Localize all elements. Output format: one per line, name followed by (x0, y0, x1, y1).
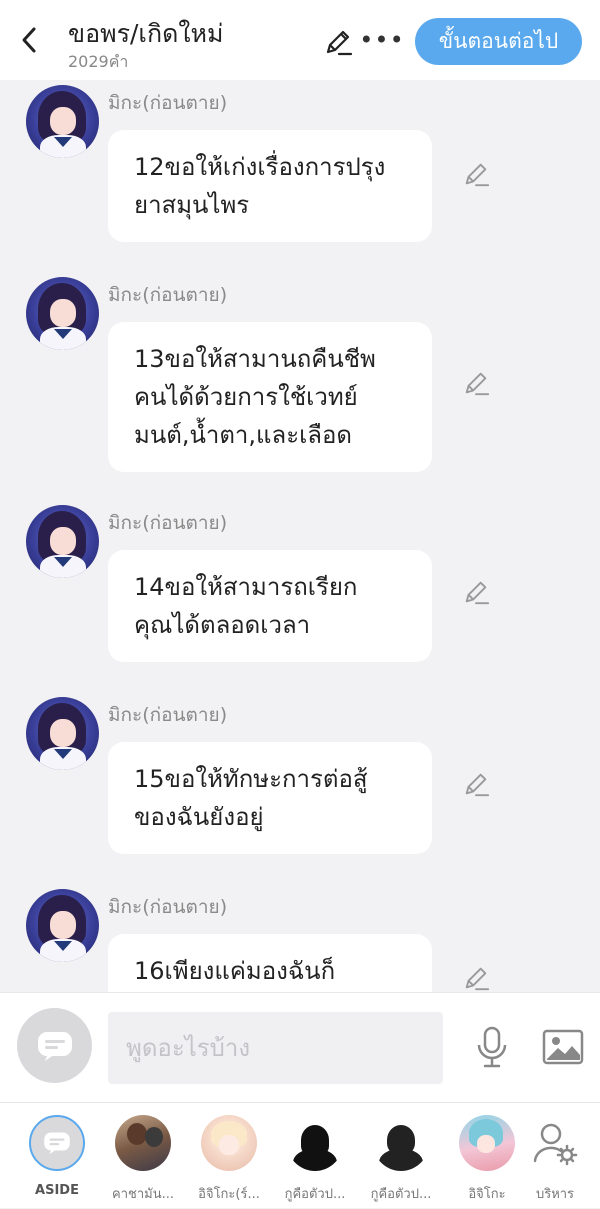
message-line: มนต์,น้ำตา,และเลือด (134, 421, 352, 449)
chat-bubble-icon (37, 1031, 72, 1061)
edit-message-button[interactable] (460, 576, 492, 608)
character-avatar (373, 1115, 429, 1171)
message-line: 15ขอให้ทักษะการต่อสู้ (134, 765, 368, 793)
pencil-icon (465, 773, 490, 797)
character-item[interactable]: คาชามัน... (100, 1103, 186, 1209)
page-title: ขอพร/เกิดใหม่ (68, 19, 224, 48)
character-bar: ASIDE คาชามัน... อิจิโกะ(ร์... กูคือตัวป… (0, 1102, 600, 1208)
voice-button[interactable] (470, 1023, 514, 1071)
more-options-button[interactable]: ••• (359, 24, 403, 56)
message-line: คุณได้ตลอดเวลา (134, 611, 311, 639)
top-bar: ขอพร/เกิดใหม่ 2029คำ ••• ขั้นตอนต่อไป (0, 0, 600, 80)
avatar[interactable] (26, 85, 99, 158)
sender-name: มิกะ(ก่อนตาย) (108, 284, 228, 306)
microphone-icon (477, 1026, 507, 1068)
character-item[interactable]: กูคือตัวป... (272, 1103, 358, 1209)
edit-message-button[interactable] (460, 158, 492, 190)
message-bubble[interactable]: 15ขอให้ทักษะการต่อสู้ ของฉันยังอยู่ (108, 742, 432, 854)
manage-button[interactable]: บริหาร (512, 1103, 598, 1209)
more-dots-icon: ••• (359, 26, 405, 54)
message-bubble[interactable]: 16เพียงแค่มองฉันก็ (108, 934, 432, 992)
aside-toggle-button[interactable] (17, 1008, 92, 1083)
character-avatar (29, 1115, 85, 1171)
avatar[interactable] (26, 505, 99, 578)
message-line: ของฉันยังอยู่ (134, 803, 264, 831)
edit-message-button[interactable] (460, 768, 492, 800)
character-avatar (115, 1115, 171, 1171)
message-line: 12ขอให้เก่งเรื่องการปรุง (134, 153, 386, 181)
sender-name: มิกะ(ก่อนตาย) (108, 92, 228, 114)
message-bubble[interactable]: 14ขอให้สามารถเรียก คุณได้ตลอดเวลา (108, 550, 432, 662)
chevron-left-icon (22, 27, 36, 53)
character-label: อิจิโกะ(ร์... (198, 1187, 260, 1202)
image-button[interactable] (540, 1025, 586, 1069)
chat-bubble-icon (44, 1132, 70, 1155)
sender-name: มิกะ(ก่อนตาย) (108, 896, 228, 918)
character-label: คาชามัน... (112, 1187, 174, 1202)
character-label: กูคือตัวป... (370, 1187, 432, 1202)
character-avatar (459, 1115, 515, 1171)
manage-label: บริหาร (535, 1187, 575, 1202)
word-count: 2029คำ (68, 52, 129, 71)
pencil-icon (465, 163, 490, 187)
edit-message-button[interactable] (460, 962, 492, 992)
message-input[interactable] (108, 1012, 443, 1084)
character-avatar (201, 1115, 257, 1171)
message-line: 14ขอให้สามารถเรียก (134, 573, 358, 601)
edit-message-button[interactable] (460, 367, 492, 399)
avatar[interactable] (26, 697, 99, 770)
pencil-icon (465, 967, 490, 991)
character-aside[interactable]: ASIDE (14, 1103, 100, 1209)
user-gear-icon (533, 1123, 578, 1166)
character-item[interactable]: กูคือตัวป... (358, 1103, 444, 1209)
character-item[interactable]: อิจิโกะ(ร์... (186, 1103, 272, 1209)
sender-name: มิกะ(ก่อนตาย) (108, 704, 228, 726)
image-icon (542, 1029, 584, 1065)
message-line: 13ขอให้สามานถคืนชีพ (134, 345, 376, 373)
avatar[interactable] (26, 889, 99, 962)
message-bubble[interactable]: 13ขอให้สามานถคืนชีพ คนได้ด้วยการใช้เวทย์… (108, 322, 432, 472)
message-bubble[interactable]: 12ขอให้เก่งเรื่องการปรุง ยาสมุนไพร (108, 130, 432, 242)
message-line: คนได้ด้วยการใช้เวทย์ (134, 383, 358, 411)
character-avatar (287, 1115, 343, 1171)
message-line: 16เพียงแค่มองฉันก็ (134, 957, 336, 985)
message-line: ยาสมุนไพร (134, 191, 250, 219)
character-label: ASIDE (35, 1183, 79, 1198)
chat-area[interactable]: มิกะ(ก่อนตาย) 12ขอให้เก่งเรื่องการปรุง ย… (0, 80, 600, 992)
pencil-icon (465, 581, 490, 605)
sender-name: มิกะ(ก่อนตาย) (108, 512, 228, 534)
avatar[interactable] (26, 277, 99, 350)
next-step-button[interactable]: ขั้นตอนต่อไป (415, 18, 582, 65)
back-button[interactable] (14, 22, 44, 58)
manage-icon-wrap (527, 1115, 583, 1171)
character-label: กูคือตัวป... (284, 1187, 346, 1202)
pencil-icon (326, 30, 353, 56)
pencil-icon (465, 372, 490, 396)
edit-button[interactable] (320, 24, 356, 60)
composer-bar (0, 992, 600, 1102)
